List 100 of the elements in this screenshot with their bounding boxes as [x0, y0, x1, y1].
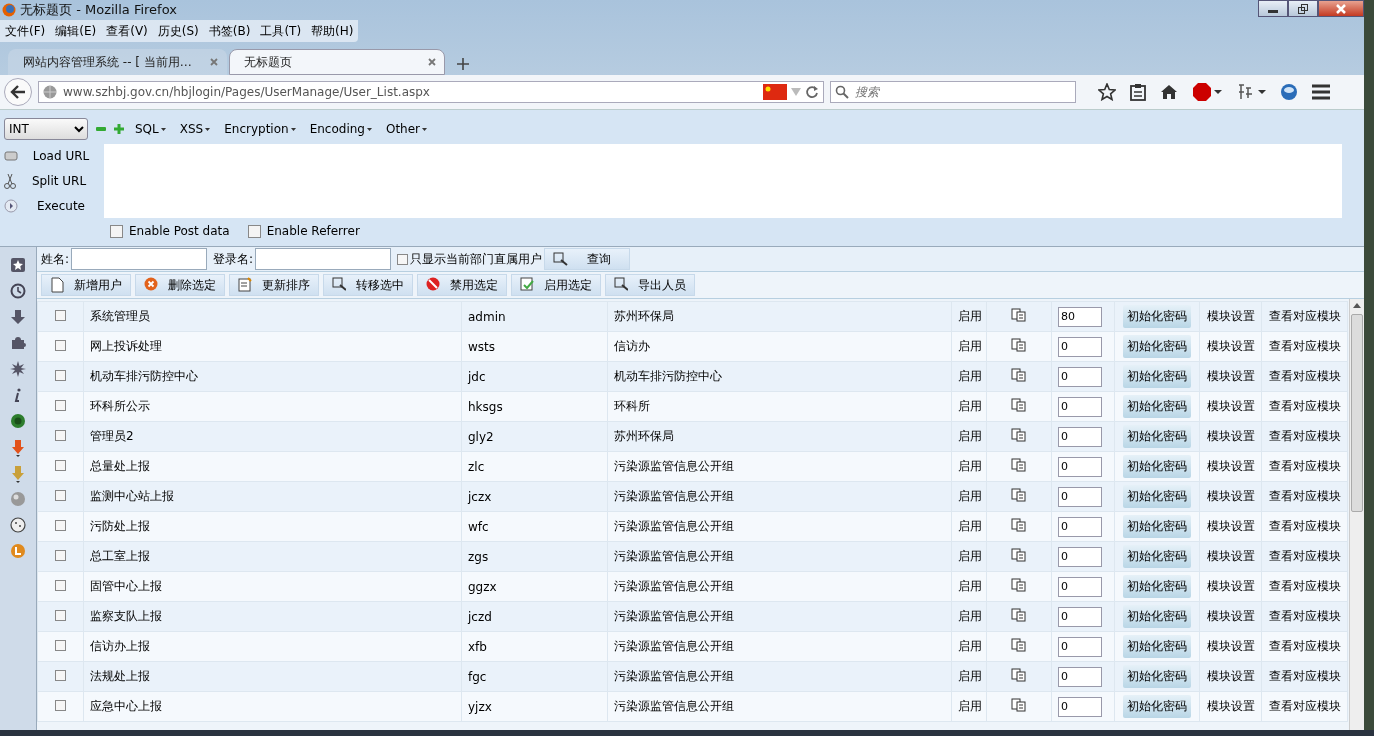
toolbar-button[interactable]: 更新排序 [229, 274, 319, 296]
address-bar[interactable]: www.szhbj.gov.cn/hbjlogin/Pages/UserManage/User_List.aspx [38, 81, 824, 103]
reset-password-button[interactable]: 初始化密码 [1123, 305, 1191, 328]
table-cell: zgs [461, 541, 608, 572]
toolbar-button[interactable]: 新增用户 [41, 274, 131, 296]
menu-item[interactable]: 编辑(E) [50, 22, 102, 40]
table-cell: 监测中心站上报 [83, 481, 462, 512]
table-cell: 污染源监管信息公开组 [607, 661, 952, 692]
toolbar-button[interactable]: 禁用选定 [417, 274, 507, 296]
table-cell: gly2 [461, 421, 608, 452]
order-field[interactable]: 0 [1058, 666, 1102, 687]
table-cell: 机动车排污防控中心 [83, 361, 462, 392]
reset-password-button[interactable]: 初始化密码 [1123, 455, 1191, 478]
table-cell: 信访办 [607, 331, 952, 362]
toolbar-button[interactable]: 启用选定 [511, 274, 601, 296]
order-field[interactable]: 0 [1058, 636, 1102, 657]
reset-password-button[interactable]: 初始化密码 [1123, 665, 1191, 688]
table-cell: jczd [461, 601, 608, 632]
table-cell: wfc [461, 511, 608, 542]
menu-item[interactable]: 查看(V) [101, 22, 153, 40]
menu-item[interactable]: 书签(B) [203, 22, 256, 40]
field-label: 登录名: [213, 250, 254, 268]
reset-password-button[interactable]: 初始化密码 [1123, 485, 1191, 508]
table-cell: 环科所公示 [83, 391, 462, 422]
reset-password-button[interactable]: 初始化密码 [1123, 545, 1191, 568]
table-cell: admin [461, 301, 608, 332]
checkbox-label: Enable Referrer [266, 224, 360, 238]
table-cell: 污染源监管信息公开组 [607, 541, 952, 572]
table-cell: jczx [461, 481, 608, 512]
reset-password-button[interactable]: 初始化密码 [1123, 635, 1191, 658]
table-cell: yjzx [461, 691, 608, 722]
hackbar-menu[interactable]: Encoding [306, 122, 375, 136]
order-field[interactable]: 0 [1058, 576, 1102, 597]
table-cell: 网上投诉处理 [83, 331, 462, 362]
table-cell: 信访办上报 [83, 631, 462, 662]
checkbox-label: Enable Post data [129, 224, 230, 238]
table-cell: 应急中心上报 [83, 691, 462, 722]
search-bar[interactable]: 搜索 [830, 81, 1076, 103]
hackbar-menu[interactable]: Encryption [221, 122, 299, 136]
order-field[interactable]: 0 [1058, 486, 1102, 507]
menu-item[interactable]: 工具(T) [255, 22, 307, 40]
table-cell: 污染源监管信息公开组 [607, 601, 952, 632]
table-cell: 污染源监管信息公开组 [607, 481, 952, 512]
order-field[interactable]: 0 [1058, 366, 1102, 387]
checkbox-label: 只显示当前部门直属用户 [410, 250, 543, 268]
table-cell: 机动车排污防控中心 [607, 361, 952, 392]
table-cell: 污染源监管信息公开组 [607, 631, 952, 662]
table-cell: 总量处上报 [83, 451, 462, 482]
order-field[interactable]: 0 [1058, 456, 1102, 477]
table-cell: 系统管理员 [83, 301, 462, 332]
order-field[interactable]: 0 [1058, 426, 1102, 447]
order-field[interactable]: 0 [1058, 516, 1102, 537]
reset-password-button[interactable]: 初始化密码 [1123, 575, 1191, 598]
toolbar-button[interactable]: 删除选定 [135, 274, 225, 296]
reset-password-button[interactable]: 初始化密码 [1123, 605, 1191, 628]
toolbar-button[interactable]: 导出人员 [605, 274, 695, 296]
table-cell: hksgs [461, 391, 608, 422]
query-button[interactable]: 查询 [544, 248, 631, 270]
reset-password-button[interactable]: 初始化密码 [1123, 515, 1191, 538]
table-cell: 监察支队上报 [83, 601, 462, 632]
reset-password-button[interactable]: 初始化密码 [1123, 335, 1191, 358]
table-cell: 启用 [951, 301, 987, 332]
table-cell: 污防处上报 [83, 511, 462, 542]
reset-password-button[interactable]: 初始化密码 [1123, 695, 1191, 718]
order-field[interactable]: 0 [1058, 696, 1102, 717]
browser-tab[interactable]: 无标题页 [228, 49, 445, 75]
hackbar-action[interactable]: Split URL [0, 169, 104, 193]
reset-password-button[interactable]: 初始化密码 [1123, 395, 1191, 418]
table-cell: jdc [461, 361, 608, 392]
table-cell: 污染源监管信息公开组 [607, 451, 952, 482]
table-cell: 环科所 [607, 391, 952, 422]
hackbar-action[interactable]: Load URL [0, 144, 104, 169]
hackbar-menu[interactable]: XSS [176, 122, 214, 136]
window-title: 无标题页 - Mozilla Firefox [20, 1, 177, 19]
hackbar-action[interactable]: Execute [0, 193, 104, 218]
field-label: 姓名: [41, 250, 70, 268]
order-field[interactable]: 80 [1058, 306, 1102, 327]
menu-item[interactable]: 历史(S) [152, 22, 204, 40]
table-cell: 管理员2 [83, 421, 462, 452]
reset-password-button[interactable]: 初始化密码 [1123, 365, 1191, 388]
order-field[interactable]: 0 [1058, 546, 1102, 567]
table-cell: 总工室上报 [83, 541, 462, 572]
table-cell: 固管中心上报 [83, 571, 462, 602]
hackbar-menu[interactable]: Other [382, 122, 431, 136]
reset-password-button[interactable]: 初始化密码 [1123, 425, 1191, 448]
menu-item[interactable]: 文件(F) [0, 22, 51, 40]
table-cell: zlc [461, 451, 608, 482]
menu-item[interactable]: 帮助(H) [306, 22, 359, 40]
table-cell: 污染源监管信息公开组 [607, 691, 952, 722]
order-field[interactable]: 0 [1058, 606, 1102, 627]
table-cell: 法规处上报 [83, 661, 462, 692]
order-field[interactable]: 0 [1058, 396, 1102, 417]
type-select[interactable]: INT [4, 118, 88, 140]
browser-tab[interactable]: 网站内容管理系统 -- [ 当前用… [8, 49, 227, 75]
table-cell: xfb [461, 631, 608, 662]
order-field[interactable]: 0 [1058, 336, 1102, 357]
hackbar-menu[interactable]: SQL [132, 122, 169, 136]
table-cell: 污染源监管信息公开组 [607, 571, 952, 602]
table-cell: wsts [461, 331, 608, 362]
toolbar-button[interactable]: 转移选中 [323, 274, 413, 296]
